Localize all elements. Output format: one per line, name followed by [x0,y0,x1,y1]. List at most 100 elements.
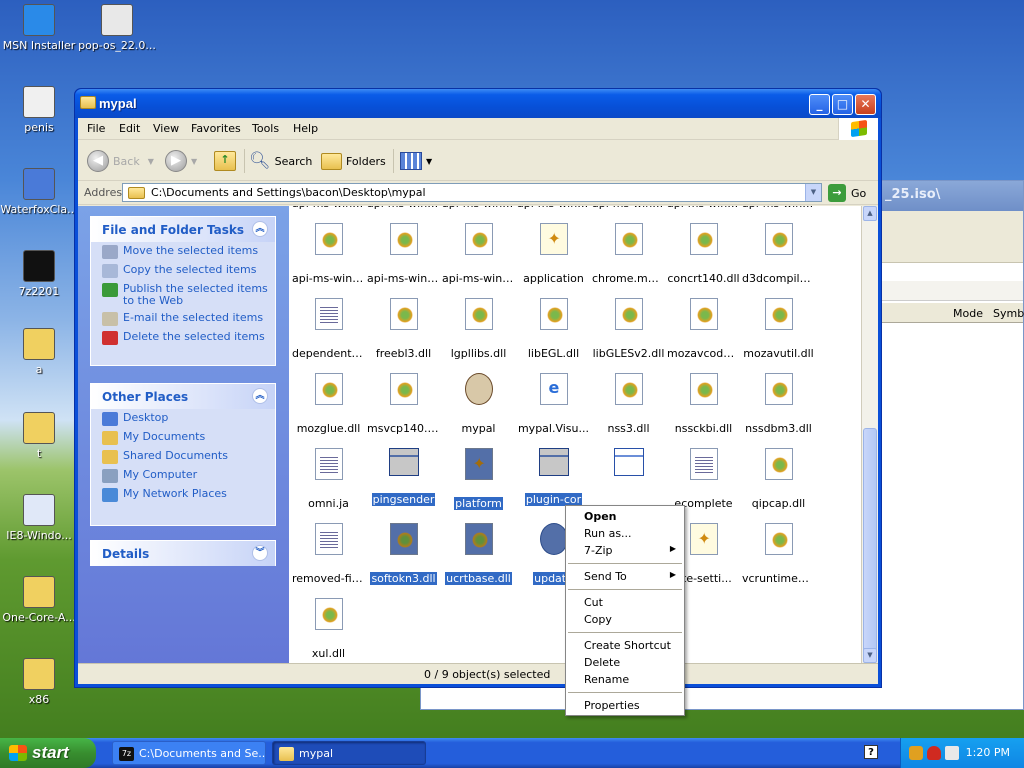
file-item[interactable]: mozavutil.dll [741,298,816,363]
desktop-icon[interactable]: x86 [0,658,78,706]
file-item[interactable]: msvcp140.dll [366,373,441,438]
desktop-icon[interactable]: WaterfoxCla... [0,168,78,216]
address-dropdown-button[interactable]: ▼ [805,184,821,201]
scroll-up-button[interactable]: ▲ [863,206,877,221]
panel-header[interactable]: Other Places ︽ [91,384,275,409]
file-item[interactable]: api-ms-win-... [666,206,741,213]
context-menu-item-cut[interactable]: Cut [566,594,684,611]
file-item[interactable]: removed-files [291,523,366,588]
panel-header[interactable]: File and Folder Tasks ︽ [91,217,275,242]
column-symbol[interactable]: Symbo [993,307,1024,320]
views-button[interactable]: ▼ [400,149,432,173]
search-button[interactable]: 🔍︎ Search [249,149,312,173]
chevron-up-icon[interactable]: ︽ [252,388,268,404]
context-menu-item-send-to[interactable]: Send To ▶ [566,568,684,585]
file-item[interactable]: xul.dll [291,598,366,663]
desktop-icon[interactable]: One-Core-A... [0,576,78,624]
context-menu-item-7-zip[interactable]: 7-Zip ▶ [566,542,684,559]
context-menu-item-run-as[interactable]: Run as... [566,525,684,542]
minimize-button[interactable]: _ [809,94,830,115]
context-menu-item-rename[interactable]: Rename [566,671,684,688]
file-item[interactable]: api-ms-win-... [441,223,516,288]
file-item[interactable]: application [516,223,591,288]
vertical-scrollbar[interactable]: ▲ ▼ [861,206,878,663]
file-item[interactable]: mypal.Visu... [516,373,591,438]
desktop-icon[interactable]: 7z2201 [0,250,78,298]
file-item[interactable]: api-ms-win-... [366,223,441,288]
desktop-icon[interactable]: pop-os_22.0... [78,4,156,52]
help-icon[interactable]: ? [864,745,878,759]
file-item[interactable]: qipcap.dll [741,448,816,513]
place-item[interactable]: My Computer [91,466,275,485]
address-input[interactable]: C:\Documents and Settings\bacon\Desktop\… [122,183,822,202]
file-item[interactable]: nssckbi.dll [666,373,741,438]
chevron-down-icon[interactable]: ▼ [148,157,154,166]
context-menu-item-open[interactable]: Open [566,508,684,525]
panel-header[interactable]: Details ︾ [91,541,275,566]
menu-favorites[interactable]: Favorites [191,122,241,135]
tray-shield-icon[interactable] [927,746,941,760]
file-item[interactable]: nss3.dll [591,373,666,438]
file-item[interactable] [591,448,666,506]
file-item[interactable]: vcruntime1... [741,523,816,588]
title-bar[interactable]: mypal _ □ ✕ [75,89,881,118]
task-item[interactable]: Publish the selected items to the Web [91,280,275,309]
file-item[interactable]: softokn3.dll [366,523,441,588]
task-item[interactable]: E-mail the selected items [91,309,275,328]
file-item[interactable]: nssdbm3.dll [741,373,816,438]
file-item[interactable]: lgpllibs.dll [441,298,516,363]
desktop-icon[interactable]: penis [0,86,78,134]
file-item[interactable]: ucrtbase.dll [441,523,516,588]
chevron-down-icon[interactable]: ︾ [252,545,268,561]
context-menu-item-create-shortcut[interactable]: Create Shortcut [566,637,684,654]
file-item[interactable]: api-ms-win-... [591,206,666,213]
go-button[interactable]: → Go [828,184,866,202]
column-mode[interactable]: Mode [953,307,983,320]
place-item[interactable]: My Network Places [91,485,275,504]
desktop-icon[interactable]: MSN Installer [0,4,78,52]
scroll-down-button[interactable]: ▼ [863,648,877,663]
menu-file[interactable]: File [87,122,105,135]
file-item[interactable]: api-ms-win-... [291,206,366,213]
file-item[interactable]: ecomplete [666,448,741,513]
up-folder-button[interactable]: ↑ [214,149,236,173]
chevron-up-icon[interactable]: ︽ [252,221,268,237]
place-item[interactable]: My Documents [91,428,275,447]
chevron-down-icon[interactable]: ▼ [191,157,197,166]
file-item[interactable]: concrt140.dll [666,223,741,288]
taskbar-item-7zip[interactable]: 7z C:\Documents and Se... [112,741,266,765]
menu-edit[interactable]: Edit [119,122,140,135]
context-menu-item-delete[interactable]: Delete [566,654,684,671]
file-item[interactable]: chrome.man... [591,223,666,288]
forward-button[interactable]: ▶ ▼ [165,149,197,173]
desktop-icon[interactable]: IE8-Windo... [0,494,78,542]
file-item[interactable]: plugin-cor [516,448,591,509]
context-menu-item-properties[interactable]: Properties [566,697,684,714]
start-button[interactable]: start [0,738,96,768]
file-item[interactable]: d3dcompiler... [741,223,816,288]
file-item[interactable]: omni.ja [291,448,366,513]
file-item[interactable]: api-ms-win-... [516,206,591,213]
chevron-down-icon[interactable]: ▼ [426,157,432,166]
menu-help[interactable]: Help [293,122,318,135]
task-item[interactable]: Delete the selected items [91,328,275,347]
place-item[interactable]: Shared Documents [91,447,275,466]
taskbar-item-mypal[interactable]: mypal [272,741,426,765]
file-item[interactable]: api-ms-win-... [441,206,516,213]
folders-button[interactable]: Folders [321,149,386,173]
task-item[interactable]: Copy the selected items [91,261,275,280]
desktop-icon[interactable]: t [0,412,78,460]
file-item[interactable]: mypal [441,373,516,438]
tray-volume-icon[interactable] [945,746,959,760]
file-item[interactable]: mozavcodec... [666,298,741,363]
file-item[interactable]: libGLESv2.dll [591,298,666,363]
file-item[interactable]: api-ms-win-... [291,223,366,288]
maximize-button[interactable]: □ [832,94,853,115]
task-item[interactable]: Move the selected items [91,242,275,261]
scroll-thumb[interactable] [863,428,877,658]
file-item[interactable]: dependentli... [291,298,366,363]
back-button[interactable]: ◀ Back ▼ [87,149,154,173]
desktop-icon[interactable]: a [0,328,78,376]
file-item[interactable]: pingsender [366,448,441,509]
menu-tools[interactable]: Tools [252,122,279,135]
